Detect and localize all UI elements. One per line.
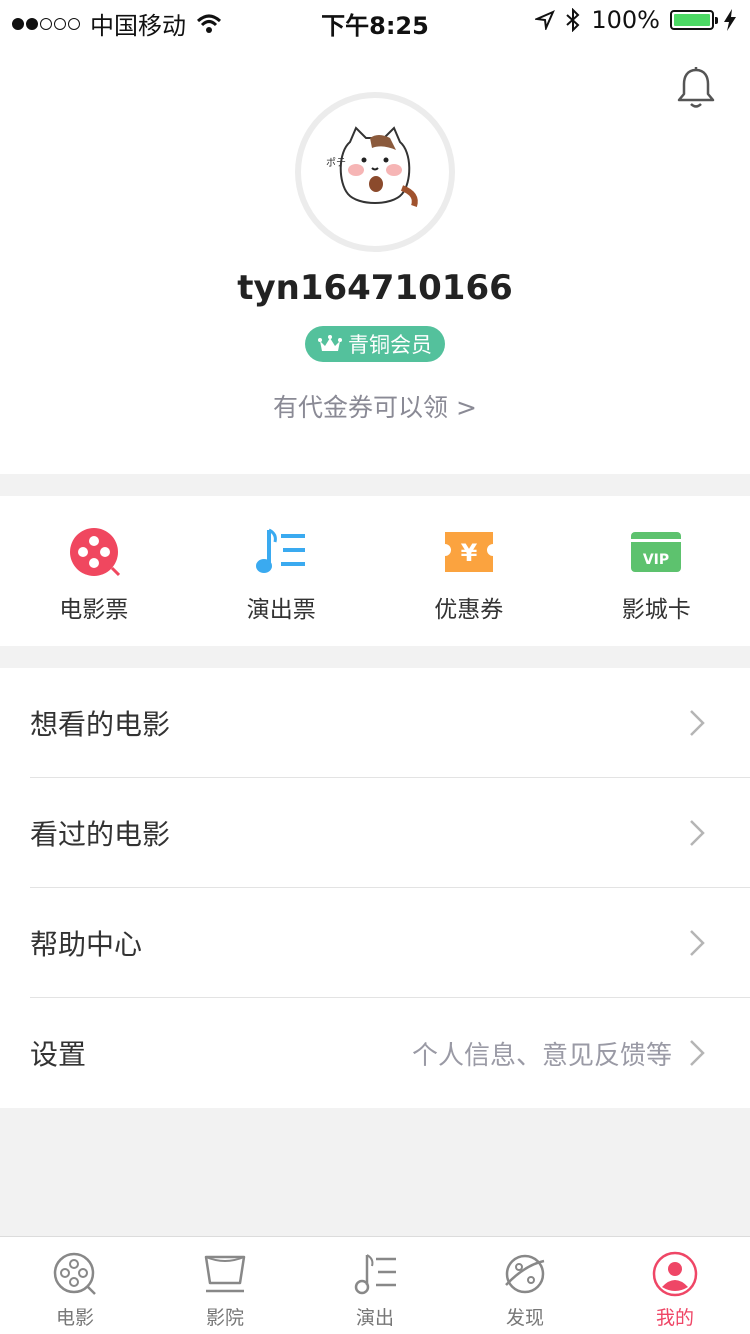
tab-bar: 电影 影院 演出 发现 我的 — [0, 1236, 750, 1334]
member-badge[interactable]: 青铜会员 — [305, 326, 445, 362]
battery-icon — [670, 10, 718, 30]
film-reel-icon — [69, 528, 120, 577]
tab-label: 演出 — [355, 1307, 394, 1329]
bluetooth-icon — [566, 8, 580, 32]
chevron-right-icon — [690, 710, 705, 736]
yen-ticket-icon: ¥ — [444, 532, 493, 572]
menu-item-want-to-watch[interactable]: 想看的电影 — [0, 668, 750, 778]
svg-text:ポテ: ポテ — [326, 157, 346, 169]
menu-item-watched[interactable]: 看过的电影 — [0, 778, 750, 888]
quick-actions: 电影票 演出票 ¥ 优惠券 VIP 影城卡 — [0, 496, 750, 646]
profile-header: ポテ tyn164710166 青铜会员 有代金券可以领 > — [0, 40, 750, 474]
quick-action-movie-ticket[interactable]: 电影票 — [0, 496, 188, 646]
vip-card-icon: VIP — [631, 532, 682, 572]
menu-item-label: 看过的电影 — [30, 818, 171, 851]
quick-action-label: 演出票 — [246, 597, 316, 623]
tab-label: 电影 — [55, 1307, 94, 1329]
tab-label: 我的 — [655, 1307, 694, 1329]
location-arrow-icon — [535, 10, 556, 30]
tab-cinemas[interactable]: 影院 — [150, 1237, 300, 1334]
quick-action-label: 优惠券 — [434, 597, 504, 623]
menu-item-help-center[interactable]: 帮助中心 — [0, 888, 750, 998]
charging-bolt-icon — [724, 9, 736, 31]
tab-label: 发现 — [505, 1307, 544, 1329]
menu-item-label: 想看的电影 — [30, 708, 171, 741]
planet-icon — [505, 1254, 545, 1294]
battery-percent: 100% — [591, 6, 660, 34]
member-level-label: 青铜会员 — [348, 333, 432, 357]
music-note-icon — [256, 528, 306, 573]
menu-item-settings[interactable]: 设置 个人信息、意见反馈等 — [0, 998, 750, 1108]
svg-text:VIP: VIP — [643, 552, 669, 568]
quick-action-label: 影城卡 — [621, 597, 691, 623]
music-note-icon — [354, 1254, 396, 1295]
bell-icon[interactable] — [676, 66, 716, 110]
coupon-link[interactable]: 有代金券可以领 > — [0, 388, 750, 424]
tab-movies[interactable]: 电影 — [0, 1237, 150, 1334]
chevron-right-icon — [690, 1040, 705, 1066]
username: tyn164710166 — [237, 268, 513, 308]
user-icon — [652, 1251, 698, 1297]
status-right: 100% — [535, 6, 736, 34]
film-reel-icon — [53, 1252, 96, 1295]
quick-action-coupon[interactable]: ¥ 优惠券 — [375, 496, 563, 646]
cat-avatar-icon: ポテ — [326, 126, 418, 207]
tab-discover[interactable]: 发现 — [450, 1237, 600, 1334]
avatar[interactable]: ポテ — [295, 92, 455, 252]
menu-item-label: 帮助中心 — [30, 928, 143, 961]
svg-text:¥: ¥ — [460, 539, 477, 567]
menu-item-hint: 个人信息、意见反馈等 — [411, 1040, 672, 1071]
crown-icon — [318, 335, 342, 351]
menu-item-label: 设置 — [30, 1038, 87, 1071]
quick-action-cinema-card[interactable]: VIP 影城卡 — [563, 496, 750, 646]
status-bar: 中国移动 下午8:25 100% — [0, 0, 750, 40]
quick-action-label: 电影票 — [59, 597, 129, 623]
menu-list: 想看的电影 看过的电影 帮助中心 设置 个人信息、意见反馈等 — [0, 668, 750, 1108]
cinema-screen-icon — [204, 1255, 246, 1293]
tab-shows[interactable]: 演出 — [300, 1237, 450, 1334]
chevron-right-icon — [690, 930, 705, 956]
chevron-right-icon — [690, 820, 705, 846]
tab-mine[interactable]: 我的 — [600, 1237, 750, 1334]
quick-action-show-ticket[interactable]: 演出票 — [188, 496, 376, 646]
tab-label: 影院 — [205, 1307, 244, 1329]
